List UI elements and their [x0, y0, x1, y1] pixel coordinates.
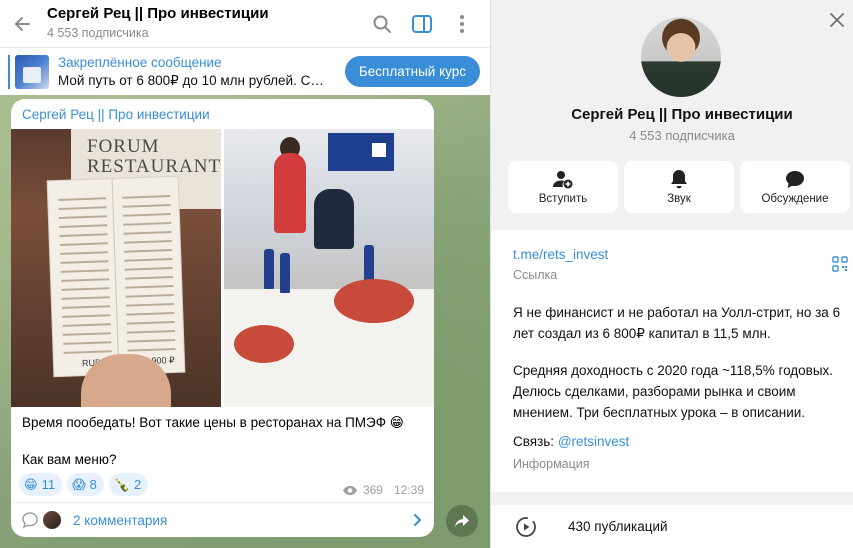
view-count: 369	[362, 483, 383, 497]
qr-code-icon[interactable]	[832, 256, 848, 272]
photo-screen	[328, 133, 394, 171]
chat-header: Сергей Рец || Про инвестиции 4 553 подпи…	[0, 0, 490, 47]
search-icon	[373, 15, 391, 33]
comments-button[interactable]: 2 комментария	[11, 503, 434, 537]
channel-description: Я не финансист и не работал на Уолл-стри…	[513, 302, 853, 439]
search-button[interactable]	[364, 6, 400, 42]
contact-prefix: Связь:	[513, 434, 558, 449]
close-button[interactable]	[823, 6, 851, 34]
comments-count: 2 комментария	[73, 512, 168, 528]
pinned-message-bar[interactable]: Закреплённое сообщение Мой путь от 6 800…	[0, 47, 490, 95]
bell-icon	[671, 170, 687, 189]
reaction-emoji: 😁	[24, 476, 38, 492]
reaction-grin[interactable]: 😁 11	[19, 473, 63, 496]
publications-count: 430 публикаций	[568, 519, 668, 534]
contact-line: Связь: @retsinvest	[513, 434, 629, 449]
photo-menu[interactable]: FORUM RESTAURANT RUB 7,900 7 900 ₽	[11, 129, 221, 407]
sound-label: Звук	[667, 193, 691, 205]
pinned-message-text: Мой путь от 6 800₽ до 10 млн рублей. Сле…	[58, 72, 328, 88]
back-button[interactable]	[0, 0, 44, 47]
chat-title-block[interactable]: Сергей Рец || Про инвестиции 4 553 подпи…	[44, 5, 364, 42]
back-arrow-icon	[15, 16, 30, 31]
reaction-emoji: 😱	[72, 476, 86, 492]
sound-button[interactable]: Звук	[624, 161, 734, 213]
chat-title: Сергей Рец || Про инвестиции	[47, 5, 269, 22]
discussion-label: Обсуждение	[761, 192, 829, 205]
reaction-emoji: 🍾	[113, 476, 131, 492]
profile-subscriber-count: 4 553 подписчика	[629, 128, 735, 143]
restaurant-sign: FORUM RESTAURANT	[87, 136, 221, 177]
more-vertical-icon	[460, 14, 464, 33]
reaction-count: 2	[134, 477, 142, 492]
reaction-scream[interactable]: 😱 8	[67, 473, 104, 496]
chat-panel: Сергей Рец || Про инвестиции 4 553 подпи…	[0, 0, 490, 548]
description-paragraph-1: Я не финансист и не работал на Уолл-стри…	[513, 305, 841, 341]
menu-card: RUB 7,900 7 900 ₽	[47, 176, 185, 377]
sidebar-toggle-button[interactable]	[404, 6, 440, 42]
sidebar-toggle-icon	[412, 14, 432, 33]
description-paragraph-2: Средняя доходность с 2020 года ~118,5% г…	[513, 363, 834, 420]
more-menu-button[interactable]	[444, 6, 480, 42]
chevron-right-icon	[414, 514, 421, 526]
add-user-icon	[553, 171, 573, 189]
profile-panel: Сергей Рец || Про инвестиции 4 553 подпи…	[491, 0, 853, 548]
discussion-button[interactable]: Обсуждение	[740, 161, 850, 213]
message-bubble: Сергей Рец || Про инвестиции FORUM RESTA…	[11, 99, 434, 537]
pinned-thumbnail	[15, 54, 49, 89]
message-author[interactable]: Сергей Рец || Про инвестиции	[22, 107, 210, 122]
photo-bottles	[264, 249, 274, 289]
chat-bubble-icon	[786, 170, 804, 188]
share-arrow-icon	[455, 515, 469, 527]
pinned-label: Закреплённое сообщение	[58, 54, 222, 70]
channel-avatar[interactable]	[641, 17, 721, 97]
reaction-count: 8	[89, 477, 97, 492]
channel-link[interactable]: t.me/rets_invest	[513, 247, 608, 262]
commenter-avatar	[41, 509, 63, 531]
join-label: Вступить	[538, 193, 588, 205]
pinned-indicator	[8, 54, 10, 89]
photo-guest	[314, 189, 354, 249]
info-card: t.me/rets_invest Ссылка Я не финансист и…	[491, 230, 853, 492]
media-play-icon	[516, 516, 536, 537]
contact-handle-link[interactable]: @retsinvest	[558, 434, 629, 449]
reactions: 😁 11 😱 8 🍾 2	[19, 473, 149, 496]
channel-link-label: Ссылка	[513, 268, 558, 282]
message-time: 12:39	[393, 483, 424, 497]
contact-label: Информация	[513, 457, 590, 471]
chat-subscriber-count: 4 553 подписчика	[47, 26, 149, 40]
profile-actions: Вступить Звук Обсуждение	[508, 161, 850, 213]
close-icon	[830, 13, 844, 27]
publications-row[interactable]: 430 публикаций	[491, 505, 853, 548]
photo-waitress	[274, 153, 306, 233]
message-meta: 369 12:39	[342, 483, 424, 497]
photo-restaurant[interactable]	[224, 129, 434, 407]
profile-name: Сергей Рец || Про инвестиции	[571, 106, 793, 123]
free-course-button[interactable]: Бесплатный курс	[344, 56, 480, 87]
eye-icon	[342, 485, 357, 495]
message-text-line2: Как вам меню?	[22, 452, 117, 467]
reaction-count: 11	[41, 477, 56, 492]
join-button[interactable]: Вступить	[508, 161, 618, 213]
reaction-bottle[interactable]: 🍾 2	[108, 473, 149, 496]
comment-bubble-icon	[22, 512, 38, 529]
message-text-line1: Время пообедать! Вот такие цены в рестор…	[22, 415, 404, 430]
share-button[interactable]	[446, 505, 478, 537]
